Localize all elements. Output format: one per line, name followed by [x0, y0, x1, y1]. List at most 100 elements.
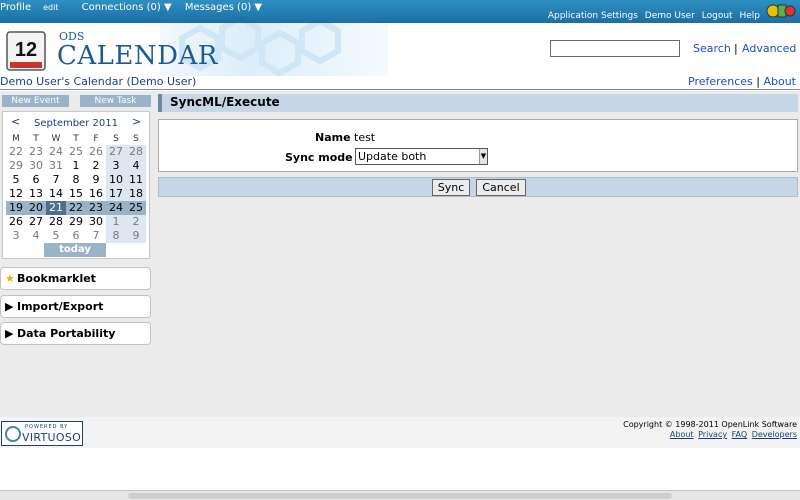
profile-link[interactable]: Profile edit	[0, 2, 68, 13]
calendar-day[interactable]: 25	[126, 201, 146, 215]
calendar-day[interactable]: 4	[126, 159, 146, 173]
calendar-week: 26 27 28 29 30 1 2	[6, 215, 146, 229]
import-export-panel[interactable]: ▶ Import/Export	[0, 295, 151, 318]
calendar-day[interactable]: 8	[66, 173, 86, 187]
about-link[interactable]: About	[763, 75, 796, 88]
calendar-day[interactable]: 12	[6, 187, 26, 201]
calendar-day[interactable]: 31	[46, 159, 66, 173]
calendar-day[interactable]: 17	[106, 187, 126, 201]
virtuoso-globe-icon	[5, 426, 21, 442]
calendar-day-today[interactable]: 21	[46, 201, 66, 215]
calendar-day[interactable]: 20	[26, 201, 46, 215]
horizontal-scrollbar[interactable]	[0, 490, 800, 500]
new-task-button[interactable]: New Task	[80, 95, 151, 107]
calendar-day[interactable]: 2	[86, 159, 106, 173]
data-portability-panel[interactable]: ▶ Data Portability	[0, 322, 151, 345]
calendar-day[interactable]: 30	[86, 215, 106, 229]
footer-privacy-link[interactable]: Privacy	[698, 430, 727, 439]
calendar-day[interactable]: 19	[6, 201, 26, 215]
search-link[interactable]: Search	[693, 42, 731, 55]
cancel-button[interactable]: Cancel	[476, 179, 526, 196]
sync-button[interactable]: Sync	[432, 179, 470, 196]
messages-menu[interactable]: Messages (0) ▼	[185, 2, 262, 13]
calendar-day[interactable]: 27	[106, 145, 126, 159]
calendar-month-title[interactable]: September 2011	[3, 118, 149, 129]
calendar-day[interactable]: 10	[106, 173, 126, 187]
next-month-button[interactable]: >	[132, 115, 141, 128]
bookmarklet-panel[interactable]: ★ Bookmarklet	[0, 267, 151, 290]
calendar-day[interactable]: 22	[66, 201, 86, 215]
dow-label: T	[73, 134, 79, 144]
calendar-day[interactable]: 27	[26, 215, 46, 229]
search-input[interactable]	[550, 40, 680, 57]
today-button[interactable]: today	[44, 243, 106, 257]
ods-logo-icon[interactable]	[766, 2, 796, 20]
calendar-day[interactable]: 14	[46, 187, 66, 201]
calendar-day[interactable]: 24	[46, 145, 66, 159]
dow-label: S	[113, 134, 119, 144]
calendar-day[interactable]: 23	[86, 201, 106, 215]
connections-menu[interactable]: Connections (0) ▼	[82, 2, 172, 13]
calendar-day[interactable]: 3	[6, 229, 26, 243]
calendar-day[interactable]: 25	[66, 145, 86, 159]
calendar-day[interactable]: 6	[66, 229, 86, 243]
preferences-link[interactable]: Preferences	[688, 75, 753, 88]
help-link[interactable]: Help	[739, 11, 760, 21]
calendar-day[interactable]: 16	[86, 187, 106, 201]
calendar-day[interactable]: 9	[86, 173, 106, 187]
bookmarklet-label: Bookmarklet	[17, 272, 96, 285]
logout-link[interactable]: Logout	[702, 11, 733, 21]
advanced-search-link[interactable]: Advanced	[742, 42, 796, 55]
sync-mode-select[interactable]: Update both ▼	[355, 148, 488, 165]
calendar-day[interactable]: 26	[86, 145, 106, 159]
svg-text:12: 12	[15, 39, 37, 61]
powered-by-virtuoso-badge[interactable]: POWERED BY VIRTUOSO	[1, 421, 83, 446]
calendar-day[interactable]: 2	[126, 215, 146, 229]
scrollbar-thumb[interactable]	[128, 493, 672, 499]
calendar-day[interactable]: 28	[126, 145, 146, 159]
calendar-day[interactable]: 6	[26, 173, 46, 187]
calendar-day[interactable]: 3	[106, 159, 126, 173]
calendar-owner-user-link[interactable]: Demo User	[131, 75, 192, 88]
calendar-day[interactable]: 22	[6, 145, 26, 159]
star-icon: ★	[5, 272, 15, 285]
calendar-day[interactable]: 4	[26, 229, 46, 243]
syncml-form: Name test Sync mode Update both ▼	[158, 119, 798, 172]
demo-user-link[interactable]: Demo User	[645, 11, 695, 21]
calendar-day[interactable]: 1	[106, 215, 126, 229]
calendar-day[interactable]: 5	[6, 173, 26, 187]
calendar-day[interactable]: 29	[6, 159, 26, 173]
calendar-day[interactable]: 13	[26, 187, 46, 201]
footer-about-link[interactable]: About	[670, 430, 694, 439]
calendar-day[interactable]: 5	[46, 229, 66, 243]
calendar-week: 3 4 5 6 7 8 9	[6, 229, 146, 243]
dropdown-arrow-icon[interactable]: ▼	[479, 149, 487, 164]
footer-links: About Privacy FAQ Developers	[668, 430, 797, 439]
calendar-day[interactable]: 8	[106, 229, 126, 243]
dow-label: M	[12, 134, 20, 144]
top-navigation-bar: Profile edit Connections (0) ▼ Messages (…	[0, 0, 800, 23]
footer-developers-link[interactable]: Developers	[752, 430, 797, 439]
days-of-week-header: M T W T F S S	[6, 132, 146, 146]
calendar-day[interactable]: 18	[126, 187, 146, 201]
calendar-day[interactable]: 28	[46, 215, 66, 229]
calendar-day[interactable]: 23	[26, 145, 46, 159]
calendar-day[interactable]: 24	[106, 201, 126, 215]
calendar-day[interactable]: 9	[126, 229, 146, 243]
calendar-day[interactable]: 15	[66, 187, 86, 201]
virtuoso-text: VIRTUOSO	[22, 431, 82, 444]
calendar-day[interactable]: 7	[46, 173, 66, 187]
calendar-week-selected: 19 20 21 22 23 24 25	[6, 201, 146, 215]
calendar-day[interactable]: 29	[66, 215, 86, 229]
calendar-day[interactable]: 11	[126, 173, 146, 187]
top-left-menu: Profile edit Connections (0) ▼ Messages (…	[0, 2, 272, 13]
profile-edit-link[interactable]: edit	[43, 3, 58, 12]
new-event-button[interactable]: New Event	[2, 95, 69, 107]
calendar-day[interactable]: 26	[6, 215, 26, 229]
footer-faq-link[interactable]: FAQ	[732, 430, 748, 439]
copyright-text: Copyright © 1998-2011 OpenLink Software	[623, 420, 797, 429]
calendar-day[interactable]: 7	[86, 229, 106, 243]
calendar-day[interactable]: 1	[66, 159, 86, 173]
calendar-day[interactable]: 30	[26, 159, 46, 173]
application-settings-link[interactable]: Application Settings	[548, 11, 638, 21]
